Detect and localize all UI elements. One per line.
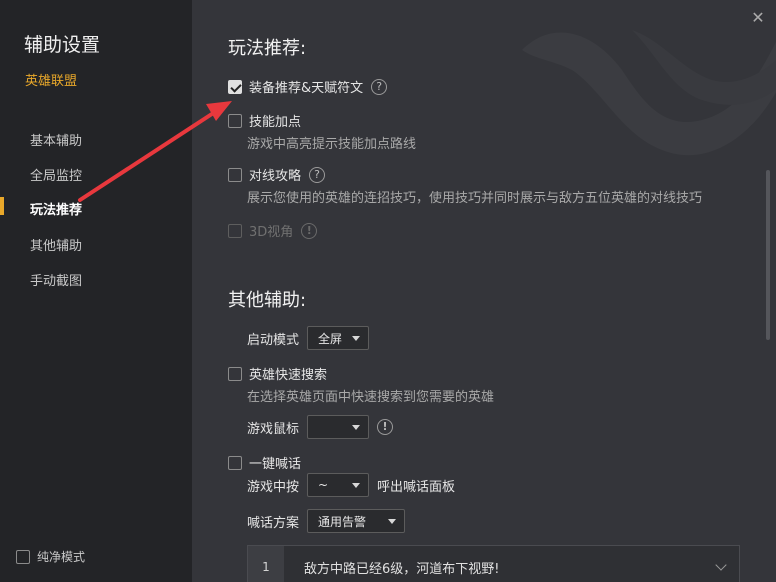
skill-points-checkbox[interactable] bbox=[228, 113, 242, 128]
launch-mode-select[interactable]: 全屏 bbox=[307, 326, 370, 350]
watermark-logo-icon bbox=[522, 30, 776, 156]
launch-mode-row: 启动模式 全屏 bbox=[247, 326, 370, 350]
clean-mode-label: 纯净模式 bbox=[37, 550, 86, 564]
chevron-down-icon bbox=[352, 335, 361, 341]
launch-mode-value: 全屏 bbox=[318, 331, 343, 346]
shout-option[interactable]: 一键喊话 bbox=[228, 453, 301, 472]
phrase-text: 敌方中路已经6级，河道布下视野! bbox=[304, 561, 500, 577]
laning-guide-checkbox[interactable] bbox=[228, 167, 242, 182]
hero-search-option[interactable]: 英雄快速搜索 bbox=[228, 364, 327, 383]
chevron-down-icon bbox=[352, 482, 361, 488]
skill-points-label: 技能加点 bbox=[249, 115, 302, 130]
game-mouse-select[interactable] bbox=[307, 415, 370, 439]
section-title-gameplay: 玩法推荐: bbox=[228, 38, 307, 59]
hero-search-label: 英雄快速搜索 bbox=[249, 368, 328, 383]
in-game-press-label: 游戏中按 bbox=[247, 479, 300, 495]
info-icon[interactable]: ! bbox=[301, 222, 318, 239]
equip-rune-label: 装备推荐&天赋符文 bbox=[249, 81, 364, 96]
3d-view-option: 3D视角 ! bbox=[228, 221, 318, 240]
help-icon[interactable]: ? bbox=[309, 166, 326, 183]
shout-checkbox[interactable] bbox=[228, 455, 242, 470]
hotkey-select[interactable]: ~ bbox=[307, 473, 370, 497]
hotkey-value: ~ bbox=[318, 478, 329, 492]
laning-guide-option[interactable]: 对线攻略 ? bbox=[228, 165, 326, 184]
nav-item-monitor[interactable]: 全局监控 bbox=[30, 165, 82, 184]
info-icon[interactable]: ! bbox=[377, 419, 394, 435]
chevron-down-icon bbox=[388, 518, 397, 524]
phrase-item[interactable]: 1 敌方中路已经6级，河道布下视野! bbox=[247, 545, 740, 582]
in-game-press-after: 呼出喊话面板 bbox=[377, 479, 456, 495]
section-title-other: 其他辅助: bbox=[228, 290, 307, 311]
game-mouse-label: 游戏鼠标 bbox=[247, 421, 300, 437]
in-game-press-row: 游戏中按 ~ 呼出喊话面板 bbox=[247, 473, 455, 497]
3d-view-label: 3D视角 bbox=[249, 225, 294, 240]
main-panel: ✕ 玩法推荐: 装备推荐&天赋符文 ? 技能加点 游戏中高亮提示技能加点路线 对… bbox=[192, 0, 776, 582]
shout-plan-label: 喊话方案 bbox=[247, 515, 300, 531]
3d-view-checkbox bbox=[228, 223, 242, 238]
laning-guide-label: 对线攻略 bbox=[249, 169, 302, 184]
equip-rune-option[interactable]: 装备推荐&天赋符文 ? bbox=[228, 77, 388, 96]
hero-search-checkbox[interactable] bbox=[228, 366, 242, 381]
scrollbar[interactable] bbox=[766, 170, 770, 340]
clean-mode-toggle[interactable]: 纯净模式 bbox=[16, 548, 85, 565]
hero-search-desc: 在选择英雄页面中快速搜索到您需要的英雄 bbox=[247, 390, 495, 405]
laning-guide-desc: 展示您使用的英雄的连招技巧，使用技巧并同时展示与敌方五位英雄的对线技巧 bbox=[247, 191, 703, 206]
skill-points-desc: 游戏中高亮提示技能加点路线 bbox=[247, 137, 417, 152]
phrase-index: 1 bbox=[248, 546, 284, 582]
chevron-down-icon bbox=[352, 424, 361, 430]
nav-item-other[interactable]: 其他辅助 bbox=[30, 235, 82, 254]
game-mouse-row: 游戏鼠标 ! bbox=[247, 415, 394, 439]
skill-points-option[interactable]: 技能加点 bbox=[228, 111, 301, 130]
shout-plan-select[interactable]: 通用告警 bbox=[307, 509, 406, 533]
equip-rune-checkbox[interactable] bbox=[228, 79, 242, 94]
help-icon[interactable]: ? bbox=[371, 78, 388, 95]
nav-item-gameplay[interactable]: 玩法推荐 bbox=[30, 199, 82, 218]
clean-mode-checkbox[interactable] bbox=[16, 549, 30, 564]
chevron-down-icon[interactable] bbox=[715, 559, 727, 571]
game-name: 英雄联盟 bbox=[25, 74, 78, 89]
nav-item-basic[interactable]: 基本辅助 bbox=[30, 130, 82, 149]
sidebar: 辅助设置 英雄联盟 基本辅助 全局监控 玩法推荐 其他辅助 手动截图 纯净模式 bbox=[0, 0, 192, 582]
launch-mode-label: 启动模式 bbox=[247, 332, 300, 348]
shout-label: 一键喊话 bbox=[249, 457, 302, 472]
sidebar-title: 辅助设置 bbox=[24, 34, 101, 56]
nav-item-screenshot[interactable]: 手动截图 bbox=[30, 270, 82, 289]
shout-plan-value: 通用告警 bbox=[318, 514, 367, 529]
close-icon[interactable]: ✕ bbox=[750, 10, 766, 26]
active-nav-marker bbox=[0, 197, 4, 215]
shout-plan-row: 喊话方案 通用告警 bbox=[247, 509, 406, 533]
